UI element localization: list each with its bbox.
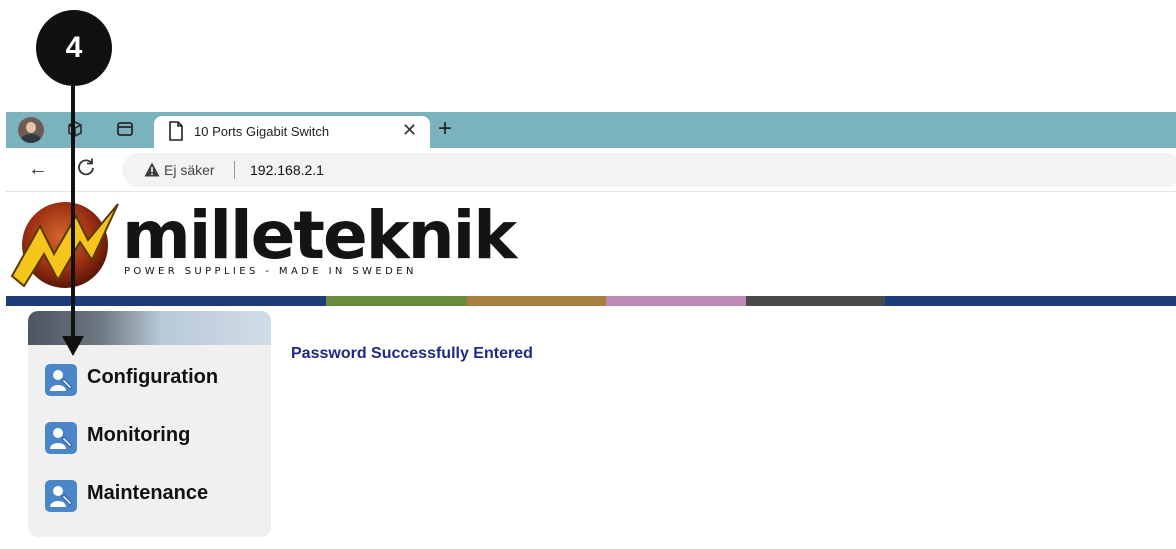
status-message: Password Successfully Entered [291, 345, 533, 362]
new-tab-icon[interactable]: + [438, 115, 452, 143]
tab-close-icon[interactable]: ✕ [402, 120, 417, 141]
address-input[interactable]: Ej säker 192.168.2.1 [122, 153, 1176, 187]
sidebar-item-label: Monitoring [87, 424, 191, 446]
config-tool-icon [44, 479, 78, 518]
back-arrow-icon[interactable]: ← [28, 157, 48, 181]
browser-tab-strip: 10 Ports Gigabit Switch ✕ + [6, 112, 1176, 148]
sidebar-item-monitoring[interactable]: Monitoring [44, 419, 264, 455]
config-tool-icon [44, 363, 78, 402]
sidebar-item-configuration[interactable]: Configuration [44, 361, 264, 397]
stripe-segment [467, 296, 606, 306]
active-tab[interactable]: 10 Ports Gigabit Switch ✕ [154, 116, 430, 148]
config-tool-icon [44, 421, 78, 460]
step-badge: 4 [36, 10, 112, 86]
profile-avatar[interactable] [18, 117, 44, 143]
stripe-segment [885, 296, 1176, 306]
browser-address-bar: ← Ej säker 192.168.2.1 [6, 148, 1176, 192]
brand-tagline: POWER SUPPLIES - MADE IN SWEDEN [124, 266, 417, 277]
screenshot: 4 10 Ports Gigabit Switch ✕ + ← Ej säker… [0, 0, 1176, 549]
stripe-segment [326, 296, 467, 306]
vertical-tabs-icon[interactable] [116, 120, 134, 143]
divider [234, 161, 235, 179]
security-label[interactable]: Ej säker [164, 162, 215, 178]
url-text[interactable]: 192.168.2.1 [250, 162, 324, 178]
stripe-segment [746, 296, 885, 306]
header-color-stripe [6, 296, 1176, 306]
stripe-segment [6, 296, 326, 306]
brand-name: milleteknik [122, 197, 517, 274]
sidebar-item-maintenance[interactable]: Maintenance [44, 477, 264, 513]
warning-icon[interactable] [144, 162, 160, 182]
page-document-icon [168, 121, 184, 146]
stripe-segment [606, 296, 746, 306]
sidebar-item-label: Maintenance [87, 482, 209, 504]
sidebar-item-label: Configuration [87, 366, 219, 388]
step-number: 4 [65, 31, 83, 64]
callout-arrow [62, 84, 84, 356]
tab-title: 10 Ports Gigabit Switch [194, 124, 330, 139]
